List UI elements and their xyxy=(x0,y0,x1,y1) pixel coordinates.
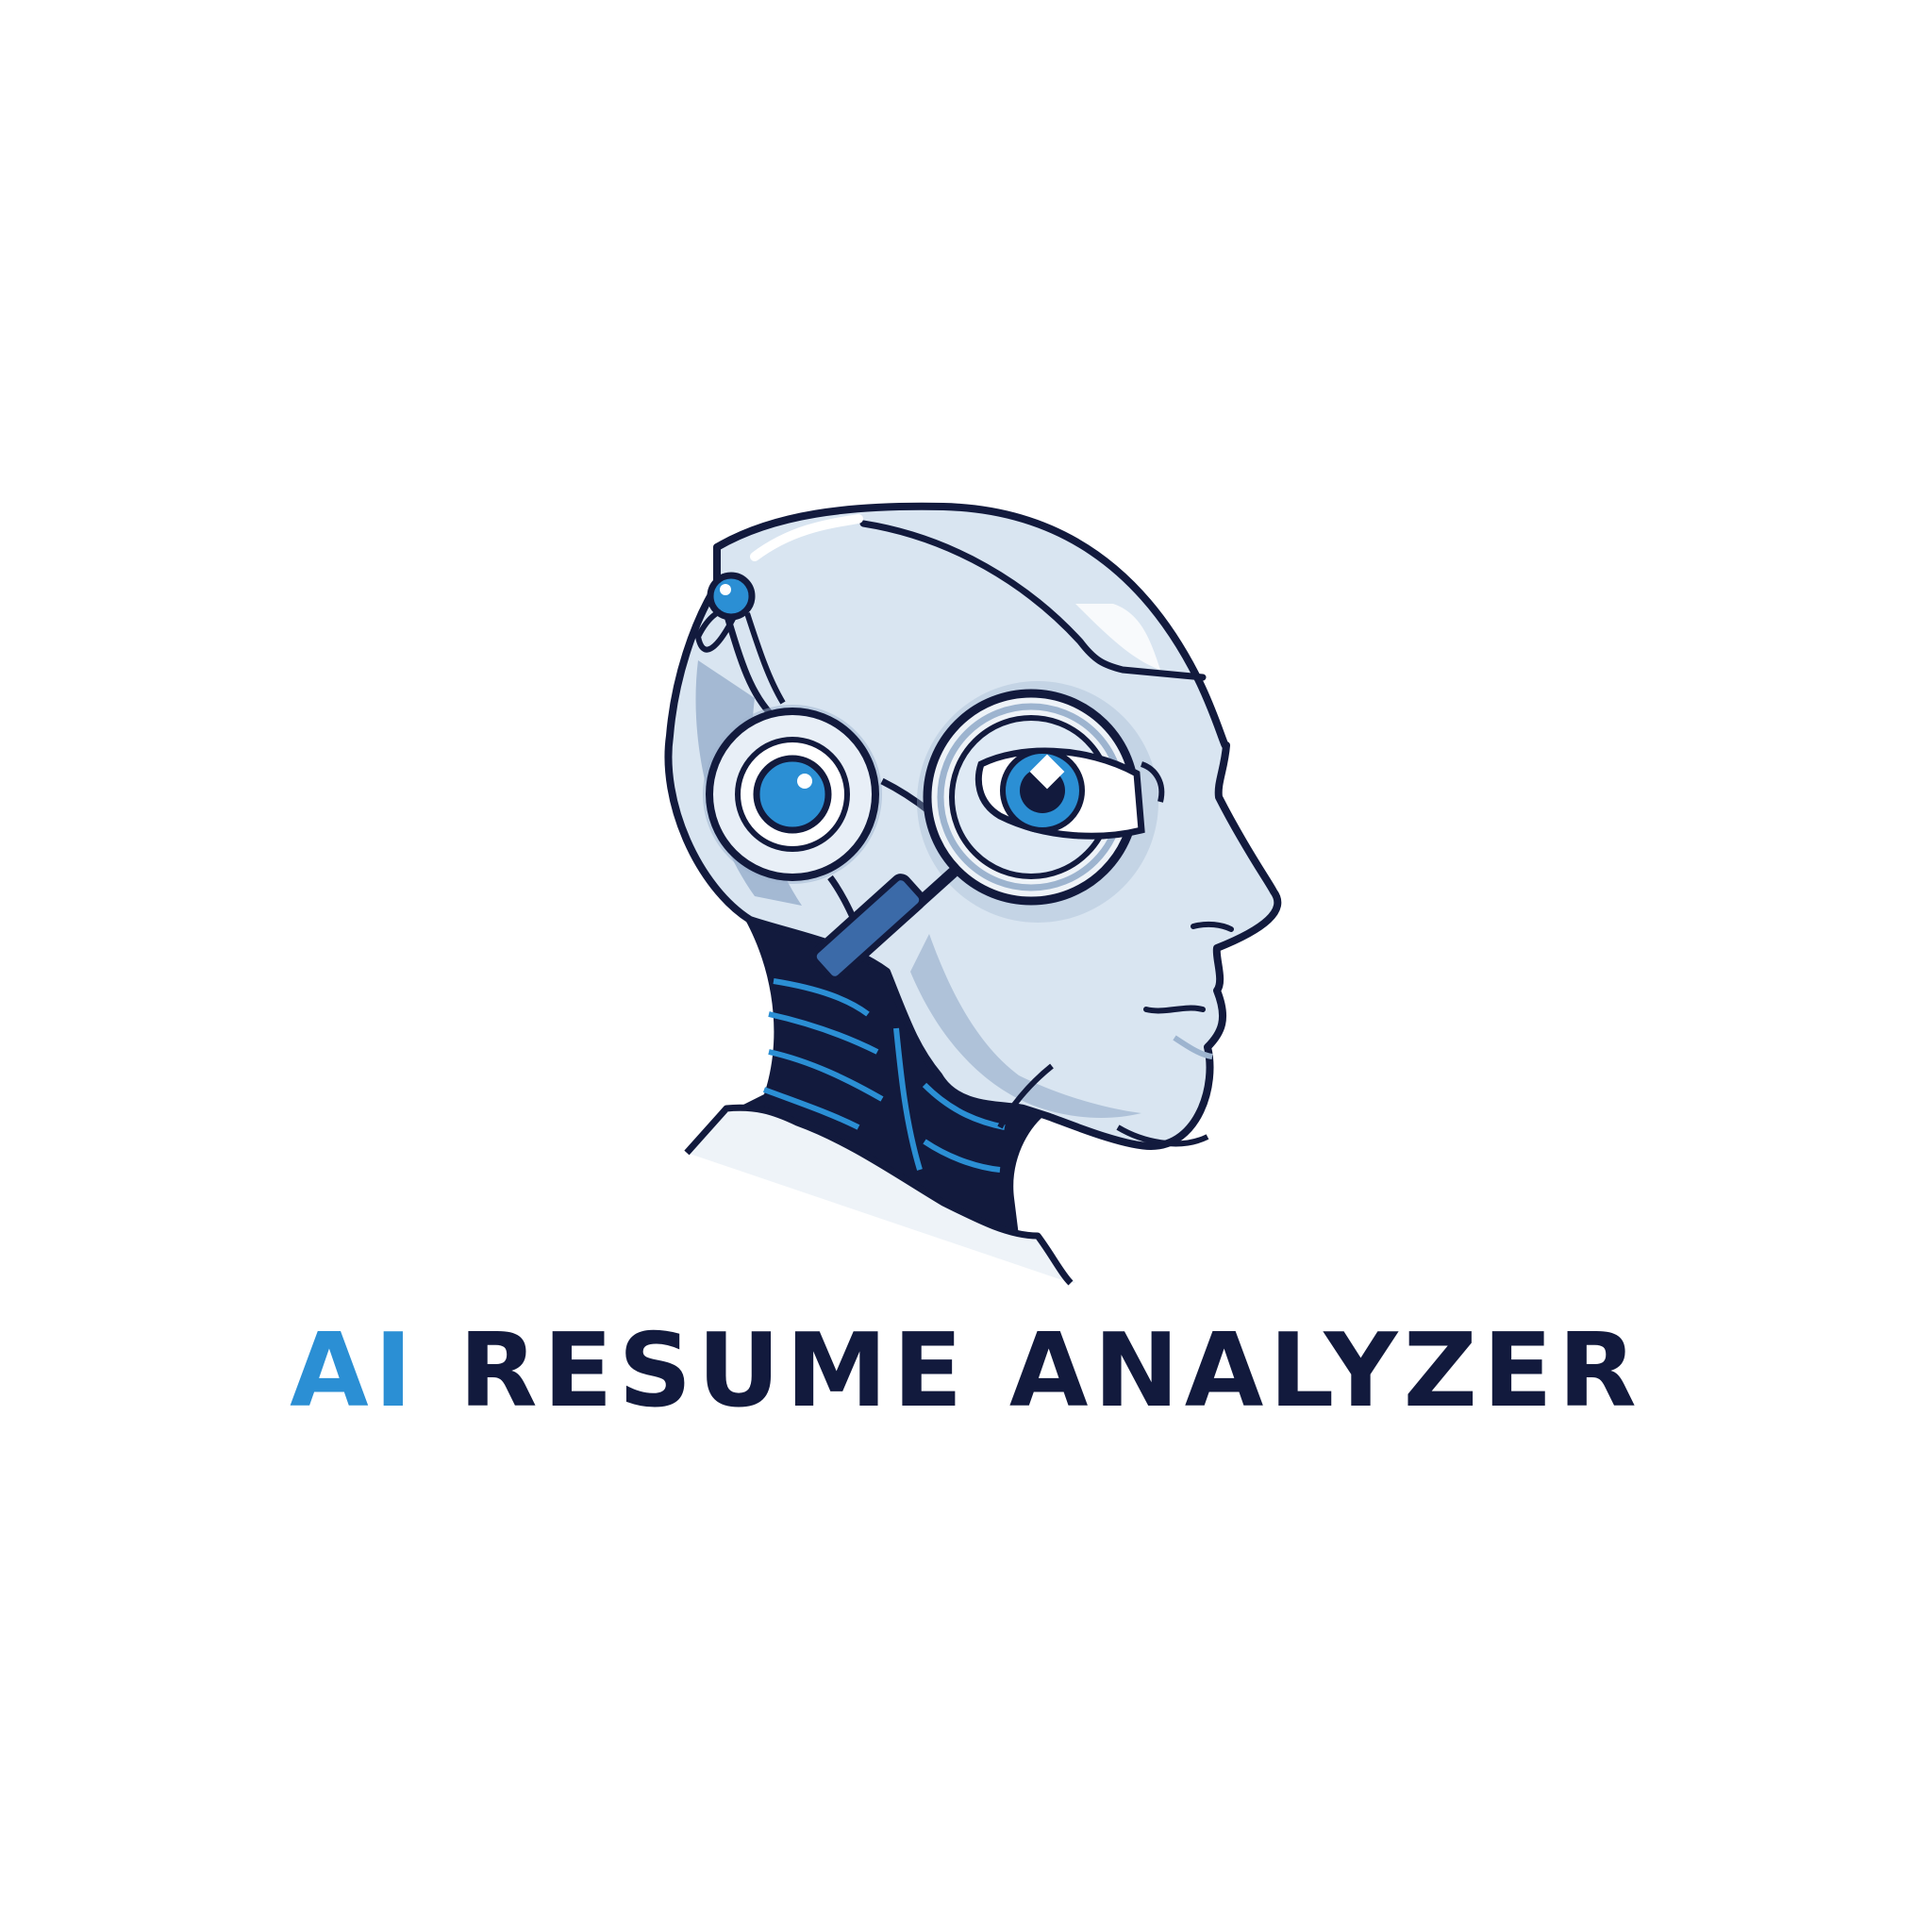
wordmark-accent: AI xyxy=(290,1312,418,1430)
robot-head-magnifier-icon xyxy=(664,502,1282,1286)
logo: AI RESUME ANALYZER xyxy=(0,0,1932,1932)
wordmark-main: RESUME ANALYZER xyxy=(458,1312,1642,1430)
mouth xyxy=(1143,1005,1206,1014)
logo-wordmark: AI RESUME ANALYZER xyxy=(0,1321,1932,1423)
side-eye xyxy=(753,755,832,834)
antenna-ball xyxy=(707,572,756,621)
